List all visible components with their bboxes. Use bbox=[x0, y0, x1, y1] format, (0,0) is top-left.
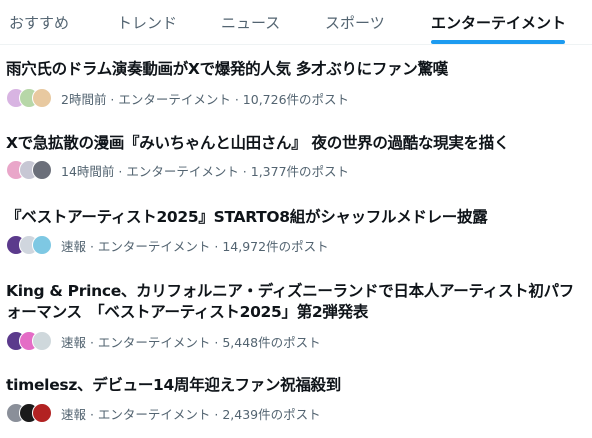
avatar bbox=[32, 331, 52, 351]
trend-meta-text: 2時間前 · エンターテイメント · 10,726件のポスト bbox=[61, 91, 350, 107]
trend-meta-text: 14時間前 · エンターテイメント · 1,377件のポスト bbox=[61, 163, 350, 179]
avatar bbox=[32, 160, 52, 180]
active-tab-indicator bbox=[431, 40, 565, 44]
trend-title: Xで急拡散の漫画『みいちゃんと山田さん』 夜の世界の過酷な現実を描く bbox=[6, 134, 510, 152]
trend-meta-text: 速報 · エンターテイメント · 5,448件のポスト bbox=[61, 334, 321, 350]
trend-meta: 速報 · エンターテイメント · 5,448件のポスト bbox=[6, 329, 321, 353]
avatar-group bbox=[6, 235, 61, 255]
avatar-group bbox=[6, 88, 61, 108]
trend-title: timelesz、デビュー14周年迎えファン祝福殺到 bbox=[6, 376, 341, 394]
trend-meta: 速報 · エンターテイメント · 2,439件のポスト bbox=[6, 401, 321, 425]
trend-title: King & Prince、カリフォルニア・ディズニーランドで日本人アーティスト… bbox=[6, 282, 574, 321]
avatar bbox=[32, 235, 52, 255]
avatar bbox=[32, 88, 52, 108]
tab-sports[interactable]: スポーツ bbox=[325, 0, 385, 44]
avatar-group bbox=[6, 403, 61, 423]
trend-title: 『ベストアーティスト2025』STARTO8組がシャッフルメドレー披露 bbox=[6, 208, 488, 226]
avatar-group bbox=[6, 331, 61, 351]
trend-title: 雨穴氏のドラム演奏動画がXで爆発的人気 多才ぶりにファン驚嘆 bbox=[6, 60, 448, 78]
tab-trending[interactable]: トレンド bbox=[117, 0, 177, 44]
explore-tabs: おすすめ トレンド ニュース スポーツ エンターテイメント bbox=[0, 0, 592, 45]
tab-for-you[interactable]: おすすめ bbox=[9, 0, 69, 44]
avatar-group bbox=[6, 160, 61, 180]
trend-meta-text: 速報 · エンターテイメント · 2,439件のポスト bbox=[61, 406, 321, 422]
trend-meta-text: 速報 · エンターテイメント · 14,972件のポスト bbox=[61, 238, 329, 254]
tab-entertainment[interactable]: エンターテイメント bbox=[431, 0, 566, 44]
avatar bbox=[32, 403, 52, 423]
tab-news[interactable]: ニュース bbox=[221, 0, 280, 44]
trend-meta: 2時間前 · エンターテイメント · 10,726件のポスト bbox=[6, 86, 349, 110]
trend-meta: 14時間前 · エンターテイメント · 1,377件のポスト bbox=[6, 158, 349, 182]
trend-meta: 速報 · エンターテイメント · 14,972件のポスト bbox=[6, 233, 329, 257]
